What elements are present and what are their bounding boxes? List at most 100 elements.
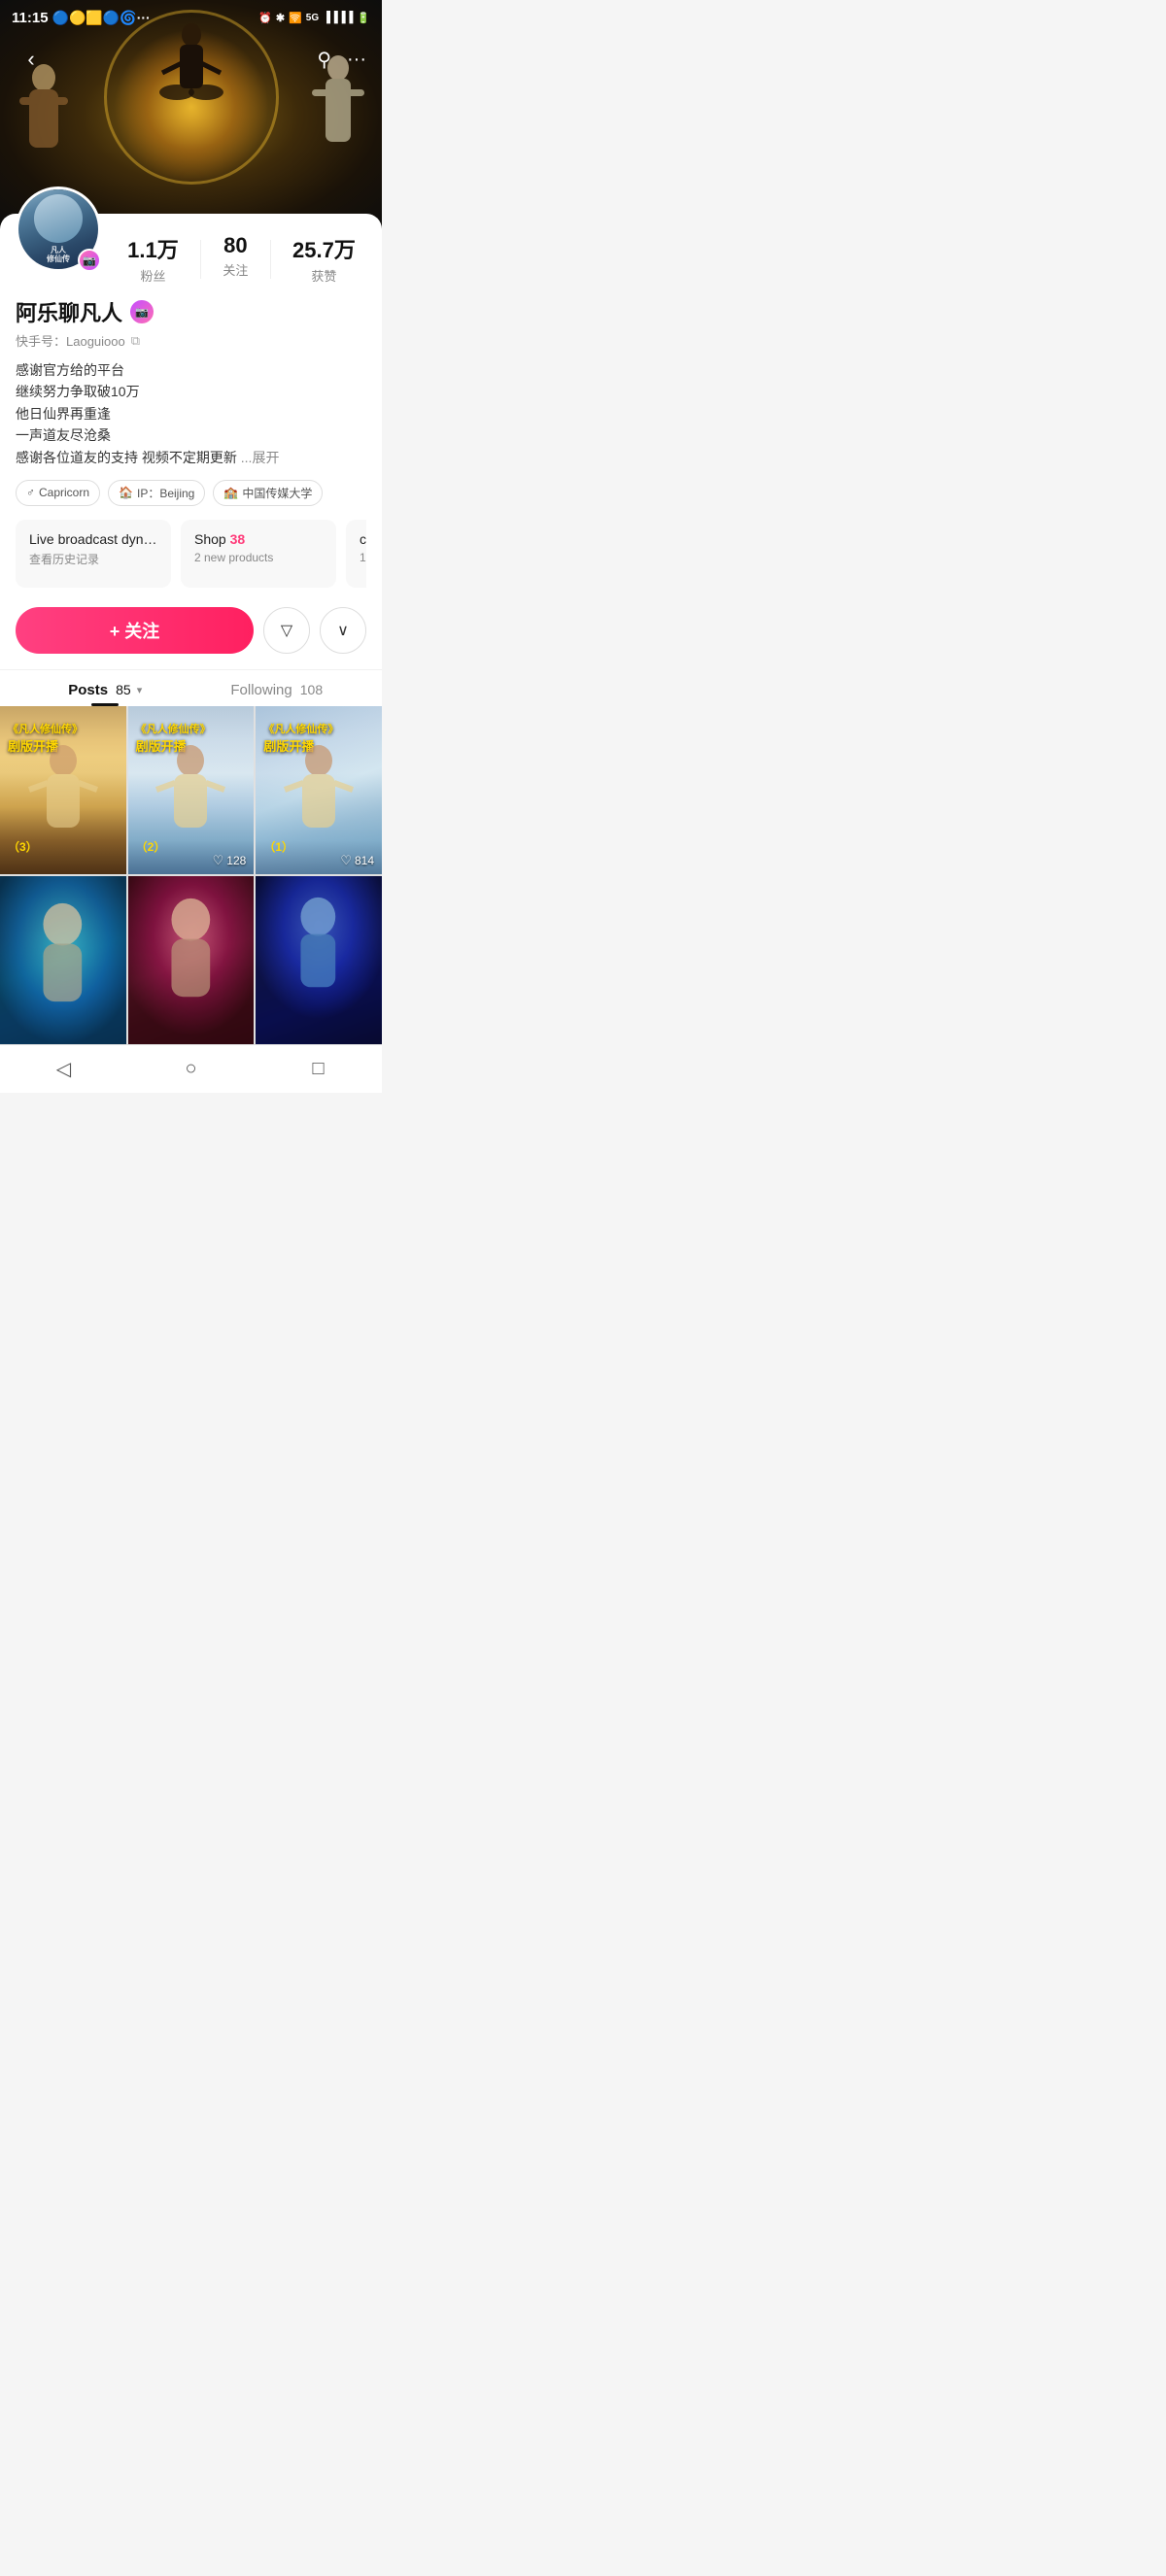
heart-icon-3: ♡ xyxy=(340,853,352,868)
verified-badge-purple: 📷 xyxy=(130,300,154,323)
action-card-live-title: Live broadcast dyn… xyxy=(29,531,157,547)
followers-stat[interactable]: 1.1万 粉丝 xyxy=(127,233,179,285)
action-card-shop[interactable]: Shop 38 2 new products xyxy=(181,520,336,588)
user-id-row: 快手号：Laoguiooo ⧉ xyxy=(16,331,366,350)
video-cell-5[interactable] xyxy=(128,876,255,1044)
home-circle-icon: ○ xyxy=(185,1058,196,1080)
likes-stat[interactable]: 25.7万 获赞 xyxy=(292,233,356,285)
tab-following-label: Following xyxy=(230,682,292,698)
expand-bio-button[interactable]: ...展开 xyxy=(241,450,280,465)
action-card-chat[interactable]: chat g… 1 group xyxy=(346,520,366,588)
nav-bar: ‹ ⚲ ··· xyxy=(0,35,382,84)
followers-label: 粉丝 xyxy=(140,266,165,285)
buttons-row: + 关注 ▽ ∨ xyxy=(16,607,366,669)
action-card-live-sub: 查看历史记录 xyxy=(29,551,157,567)
chevron-down-icon: ∨ xyxy=(337,621,349,640)
bio-line3: 他日仙界再重逢 xyxy=(16,406,111,422)
user-name-row: 阿乐聊凡人 📷 xyxy=(16,296,366,327)
share-button[interactable]: ▽ xyxy=(263,607,310,654)
follow-button[interactable]: + 关注 xyxy=(16,607,254,654)
tab-posts-label: Posts xyxy=(68,682,108,698)
tab-posts[interactable]: Posts 85 ▾ xyxy=(19,670,191,706)
tag-ip-label: IP：Beijing xyxy=(137,485,194,501)
recent-nav-button[interactable]: □ xyxy=(297,1047,340,1090)
more-button[interactable]: ∨ xyxy=(320,607,366,654)
gender-icon: ♂ xyxy=(26,486,35,499)
battery-icon: 🔋 xyxy=(357,12,370,24)
recent-square-icon: □ xyxy=(312,1058,324,1080)
nav-right-icons: ⚲ ··· xyxy=(317,48,366,72)
location-icon: 🏠 xyxy=(119,486,133,499)
copy-icon[interactable]: ⧉ xyxy=(131,333,140,349)
bio-line1: 感谢官方给的平台 xyxy=(16,362,124,378)
likes-label: 获赞 xyxy=(311,266,336,285)
action-card-live[interactable]: Live broadcast dyn… 查看历史记录 xyxy=(16,520,171,588)
stat-divider-2 xyxy=(270,240,271,279)
video-3-likes: ♡ 814 xyxy=(340,853,374,868)
bio-text: 感谢官方给的平台 继续努力争取破10万 他日仙界再重逢 一声道友尽沧桑 感谢各位… xyxy=(16,359,366,468)
following-stat[interactable]: 80 关注 xyxy=(223,233,248,285)
shop-badge: 38 xyxy=(230,531,246,547)
tab-posts-dropdown: ▾ xyxy=(137,684,143,696)
bio-line2: 继续努力争取破10万 xyxy=(16,384,140,399)
status-time: 11:15 xyxy=(12,10,49,26)
heart-icon: ♡ xyxy=(213,853,224,868)
stats-row: 1.1万 粉丝 80 关注 25.7万 获赞 xyxy=(117,225,366,285)
alarm-icon: ⏰ xyxy=(258,12,272,24)
tag-university-label: 中国传媒大学 xyxy=(242,485,312,501)
back-button[interactable]: ‹ xyxy=(16,44,47,75)
action-card-chat-sub: 1 group xyxy=(360,551,366,564)
school-icon: 🏫 xyxy=(223,486,238,499)
back-nav-button[interactable]: ◁ xyxy=(43,1047,86,1090)
tab-following-count: 108 xyxy=(300,682,323,697)
bio-line4: 一声道友尽沧桑 xyxy=(16,427,111,443)
followers-count: 1.1万 xyxy=(127,233,179,264)
video-cell-3[interactable]: 《凡人修仙传》 剧版开播 （1） ♡ 814 xyxy=(256,706,382,874)
action-card-shop-title: Shop 38 xyxy=(194,531,323,547)
signal-bars-icon: ▐▐▐▐ xyxy=(323,12,353,23)
video-2-like-count: 128 xyxy=(226,854,246,867)
tag-capricorn-label: Capricorn xyxy=(39,486,89,499)
user-name: 阿乐聊凡人 xyxy=(16,296,122,327)
video-3-like-count: 814 xyxy=(355,854,374,867)
avatar-wrap: 凡人修仙传 📷 xyxy=(16,186,101,272)
bluetooth-icon: ✱ xyxy=(276,12,285,24)
action-card-shop-sub: 2 new products xyxy=(194,551,323,564)
camera-icon: 📷 xyxy=(83,254,96,267)
action-card-chat-title: chat g… xyxy=(360,531,366,547)
share-icon: ▽ xyxy=(281,621,292,640)
verified-badge: 📷 xyxy=(78,249,101,272)
video-cell-6[interactable] xyxy=(256,876,382,1044)
status-left: 11:15 🔵🟡🟨🔵🌀··· xyxy=(12,10,151,26)
video-cell-1[interactable]: 《凡人修仙传》 剧版开播 （3） xyxy=(0,706,126,874)
status-app-icons: 🔵🟡🟨🔵🌀··· xyxy=(52,10,151,26)
action-cards: Live broadcast dyn… 查看历史记录 Shop 38 2 new… xyxy=(16,520,366,592)
tag-capricorn: ♂ Capricorn xyxy=(16,480,100,506)
bottom-nav: ◁ ○ □ xyxy=(0,1044,382,1093)
status-bar: 11:15 🔵🟡🟨🔵🌀··· ⏰ ✱ 🛜 5G ▐▐▐▐ 🔋 xyxy=(0,0,382,35)
video-cell-2[interactable]: 《凡人修仙传》 剧版开播 （2） ♡ 128 xyxy=(128,706,255,874)
following-label: 关注 xyxy=(223,260,248,279)
signal-5g-icon: 5G xyxy=(306,13,319,23)
tab-posts-count: 85 xyxy=(116,682,131,697)
status-right: ⏰ ✱ 🛜 5G ▐▐▐▐ 🔋 xyxy=(258,12,370,24)
tag-university: 🏫 中国传媒大学 xyxy=(213,480,323,506)
home-nav-button[interactable]: ○ xyxy=(170,1047,213,1090)
tab-posts-label-row: Posts 85 ▾ xyxy=(68,682,142,698)
back-arrow-icon: ◁ xyxy=(56,1057,71,1081)
wifi-icon: 🛜 xyxy=(289,12,302,24)
video-2-likes: ♡ 128 xyxy=(213,853,247,868)
user-id-text: 快手号：Laoguiooo xyxy=(16,331,125,350)
tags-row: ♂ Capricorn 🏠 IP：Beijing 🏫 中国传媒大学 xyxy=(16,480,366,506)
search-icon[interactable]: ⚲ xyxy=(317,48,331,72)
tag-ip: 🏠 IP：Beijing xyxy=(108,480,205,506)
tab-following[interactable]: Following 108 xyxy=(191,670,363,706)
more-options-icon[interactable]: ··· xyxy=(347,49,366,71)
shop-label: Shop xyxy=(194,531,230,547)
tabs-section: Posts 85 ▾ Following 108 xyxy=(0,669,382,706)
profile-top: 凡人修仙传 📷 1.1万 粉丝 80 关注 25.7万 获赞 xyxy=(16,214,366,285)
video-cell-4[interactable] xyxy=(0,876,126,1044)
bio-line5: 感谢各位道友的支持 视频不定期更新 xyxy=(16,450,237,465)
verified-icon: 📷 xyxy=(135,306,149,319)
tab-following-label-row: Following 108 xyxy=(230,682,323,698)
